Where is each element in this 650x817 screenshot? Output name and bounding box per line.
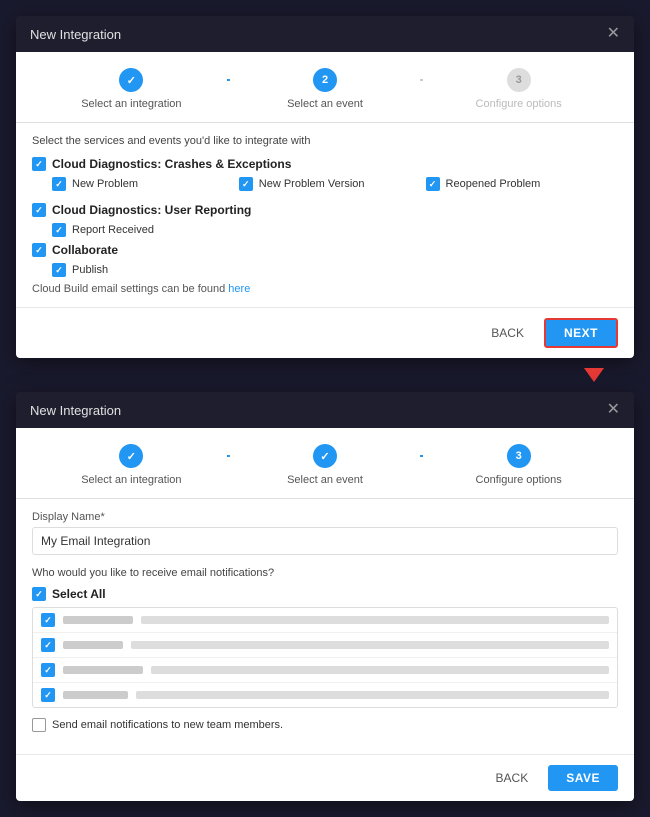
user-3-checkbox[interactable] — [41, 663, 55, 677]
modal-2: New Integration ✕ ✓ Select an integratio… — [16, 392, 634, 801]
event-new-problem-version: New Problem Version — [239, 177, 426, 191]
next-button[interactable]: NEXT — [544, 318, 618, 348]
category-1-checkbox[interactable] — [32, 157, 46, 171]
table-row — [33, 658, 617, 683]
event-report-received: Report Received — [52, 223, 618, 237]
event-publish: Publish — [52, 263, 618, 277]
new-member-row: Send email notifications to new team mem… — [32, 718, 618, 732]
modal-2-footer: BACK SAVE — [16, 754, 634, 801]
user-2-email — [131, 641, 609, 649]
user-4-email — [136, 691, 609, 699]
step-1-label: Select an integration — [81, 98, 181, 110]
event-new-problem-version-checkbox[interactable] — [239, 177, 253, 191]
user-1-name — [63, 616, 133, 624]
modal-1-title: New Integration — [30, 27, 121, 42]
new-member-checkbox[interactable] — [32, 718, 46, 732]
event-publish-checkbox[interactable] — [52, 263, 66, 277]
down-arrow-icon — [584, 368, 604, 382]
category-1: Cloud Diagnostics: Crashes & Exceptions — [32, 157, 618, 171]
event-reopened-problem-label: Reopened Problem — [446, 178, 541, 190]
category-3: Collaborate — [32, 243, 618, 257]
category-3-checkbox[interactable] — [32, 243, 46, 257]
select-all-row: Select All — [32, 587, 618, 601]
step-3-wrapper: 3 Configure options — [423, 68, 614, 110]
section-desc: Select the services and events you'd lik… — [32, 135, 618, 147]
event-new-problem-checkbox[interactable] — [52, 177, 66, 191]
modal-2-body: Display Name* Who would you like to rece… — [16, 498, 634, 754]
step2-1-label: Select an integration — [81, 474, 181, 486]
event-report-received-label: Report Received — [72, 224, 154, 236]
modal-1-footer: BACK NEXT — [16, 307, 634, 358]
user-2-name — [63, 641, 123, 649]
step-2-circle: 2 — [313, 68, 337, 92]
event-reopened-problem-checkbox[interactable] — [426, 177, 440, 191]
step-2-label: Select an event — [287, 98, 363, 110]
event-new-problem-label: New Problem — [72, 178, 138, 190]
cloud-build-link[interactable]: here — [228, 283, 250, 295]
step2-2-label: Select an event — [287, 474, 363, 486]
user-3-name — [63, 666, 143, 674]
event-new-problem: New Problem — [52, 177, 239, 191]
stepper-1: ✓ Select an integration 2 Select an even… — [16, 52, 634, 122]
step2-1-wrapper: ✓ Select an integration — [36, 444, 227, 486]
category-2: Cloud Diagnostics: User Reporting — [32, 203, 618, 217]
step2-3-wrapper: 3 Configure options — [423, 444, 614, 486]
back-button-2[interactable]: BACK — [486, 765, 539, 791]
stepper-2: ✓ Select an integration ✓ Select an even… — [16, 428, 634, 498]
user-4-name — [63, 691, 128, 699]
cloud-build-note: Cloud Build email settings can be found … — [32, 283, 618, 295]
step-1-wrapper: ✓ Select an integration — [36, 68, 227, 110]
step-3-circle: 3 — [507, 68, 531, 92]
user-4-checkbox[interactable] — [41, 688, 55, 702]
category-1-events: New Problem New Problem Version Reopened… — [52, 177, 618, 193]
event-report-received-checkbox[interactable] — [52, 223, 66, 237]
modal-2-header: New Integration ✕ — [16, 392, 634, 428]
display-name-input[interactable] — [32, 527, 618, 555]
table-row — [33, 633, 617, 658]
who-label: Who would you like to receive email noti… — [32, 567, 618, 579]
modal-1-header: New Integration ✕ — [16, 16, 634, 52]
category-2-label: Cloud Diagnostics: User Reporting — [52, 203, 251, 217]
event-publish-label: Publish — [72, 264, 108, 276]
step2-2-circle: ✓ — [313, 444, 337, 468]
new-member-label: Send email notifications to new team mem… — [52, 719, 283, 731]
table-row — [33, 608, 617, 633]
step2-3-circle: 3 — [507, 444, 531, 468]
event-reopened-problem: Reopened Problem — [426, 177, 613, 191]
user-1-checkbox[interactable] — [41, 613, 55, 627]
close-icon-2[interactable]: ✕ — [607, 402, 620, 418]
select-all-checkbox[interactable] — [32, 587, 46, 601]
close-icon-1[interactable]: ✕ — [607, 26, 620, 42]
user-3-email — [151, 666, 609, 674]
event-new-problem-version-label: New Problem Version — [259, 178, 365, 190]
step2-3-label: Configure options — [476, 474, 562, 486]
modal-1: New Integration ✕ ✓ Select an integratio… — [16, 16, 634, 358]
table-row — [33, 683, 617, 707]
step-3-label: Configure options — [476, 98, 562, 110]
category-1-label: Cloud Diagnostics: Crashes & Exceptions — [52, 157, 291, 171]
step2-1-circle: ✓ — [119, 444, 143, 468]
category-2-checkbox[interactable] — [32, 203, 46, 217]
save-button[interactable]: SAVE — [548, 765, 618, 791]
display-name-label: Display Name* — [32, 511, 618, 523]
arrow-container — [16, 368, 634, 382]
back-button-1[interactable]: BACK — [481, 320, 534, 346]
modal-1-body: Select the services and events you'd lik… — [16, 122, 634, 307]
step-1-circle: ✓ — [119, 68, 143, 92]
step2-2-wrapper: ✓ Select an event — [230, 444, 421, 486]
user-2-checkbox[interactable] — [41, 638, 55, 652]
category-3-label: Collaborate — [52, 243, 118, 257]
modal-2-title: New Integration — [30, 403, 121, 418]
select-all-label: Select All — [52, 587, 106, 601]
step-2-wrapper: 2 Select an event — [230, 68, 421, 110]
users-list — [32, 607, 618, 708]
user-1-email — [141, 616, 609, 624]
